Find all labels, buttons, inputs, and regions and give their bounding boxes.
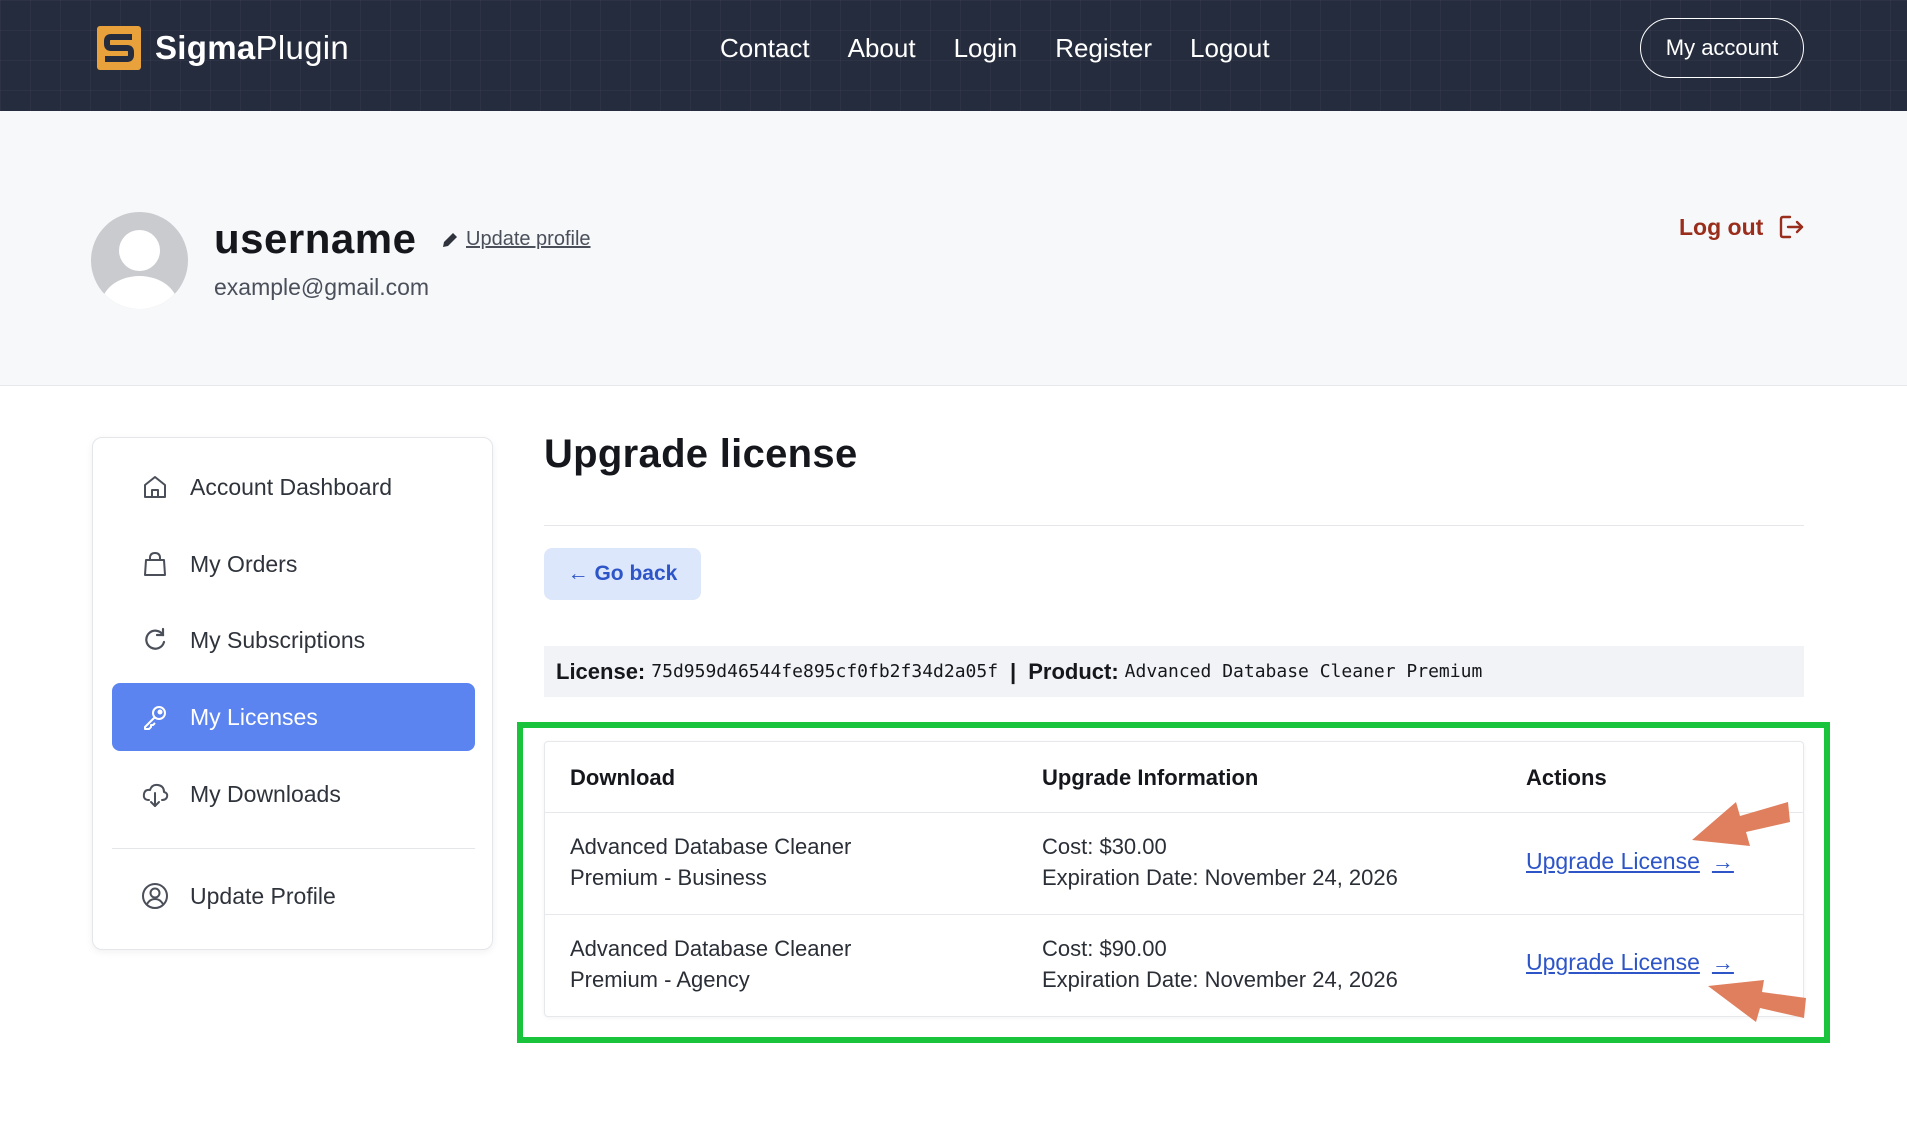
logout-icon bbox=[1780, 215, 1804, 239]
license-info-bar: License: 75d959d46544fe895cf0fb2f34d2a05… bbox=[544, 646, 1804, 697]
avatar bbox=[91, 212, 188, 309]
nav-login-link[interactable]: Login bbox=[954, 30, 1018, 66]
avatar-body-shape bbox=[101, 276, 178, 309]
sidebar-item-label: My Subscriptions bbox=[190, 626, 366, 653]
nav-about-link[interactable]: About bbox=[848, 30, 916, 66]
sidebar-item-label: My Downloads bbox=[190, 780, 341, 807]
refresh-icon bbox=[140, 625, 170, 655]
pencil-icon bbox=[443, 232, 457, 247]
product-name: Advanced Database Cleaner Premium bbox=[1124, 661, 1483, 682]
brand-name-bold: Sigma bbox=[155, 29, 256, 66]
key-icon bbox=[140, 702, 170, 732]
user-circle-icon bbox=[140, 881, 170, 911]
logout-label: Log out bbox=[1679, 213, 1764, 240]
sidebar-item-update-profile[interactable]: Update Profile bbox=[112, 862, 475, 930]
main-nav: Contact About Login Register Logout bbox=[720, 30, 1308, 66]
my-account-button[interactable]: My account bbox=[1640, 18, 1804, 78]
license-key: 75d959d46544fe895cf0fb2f34d2a05f bbox=[651, 661, 999, 682]
sigma-logo-icon bbox=[97, 26, 141, 70]
logout-link[interactable]: Log out bbox=[1679, 213, 1805, 241]
profile-email: example@gmail.com bbox=[214, 274, 430, 300]
license-label: License: bbox=[556, 658, 646, 684]
sidebar-item-account-dashboard[interactable]: Account Dashboard bbox=[112, 453, 475, 521]
sidebar-item-label: My Orders bbox=[190, 550, 298, 577]
sidebar-item-label: My Licenses bbox=[190, 703, 318, 730]
sidebar-divider bbox=[112, 848, 475, 849]
sidebar-item-my-licenses[interactable]: My Licenses bbox=[112, 683, 475, 751]
page-title: Upgrade license bbox=[544, 432, 858, 476]
brand-logo[interactable]: SigmaPlugin bbox=[97, 26, 349, 70]
profile-username: username bbox=[214, 215, 417, 262]
shopping-bag-icon bbox=[140, 549, 170, 579]
sidebar-item-my-downloads[interactable]: My Downloads bbox=[112, 760, 475, 828]
home-icon bbox=[140, 472, 170, 502]
sidebar-item-label: Account Dashboard bbox=[190, 473, 393, 500]
product-label: Product: bbox=[1028, 658, 1119, 684]
nav-register-link[interactable]: Register bbox=[1055, 30, 1152, 66]
avatar-head-shape bbox=[119, 230, 160, 271]
top-navbar: SigmaPlugin Contact About Login Register… bbox=[0, 0, 1907, 111]
annotation-arrow-icon bbox=[1708, 980, 1806, 1022]
account-sidebar: Account Dashboard My Orders My Subscript… bbox=[92, 437, 493, 950]
title-divider bbox=[544, 525, 1804, 526]
update-profile-label: Update profile bbox=[466, 228, 591, 250]
annotation-highlight-box bbox=[517, 722, 1830, 1043]
sidebar-item-my-subscriptions[interactable]: My Subscriptions bbox=[112, 606, 475, 674]
sidebar-item-label: Update Profile bbox=[190, 882, 336, 909]
brand-name: SigmaPlugin bbox=[155, 29, 349, 67]
sidebar-item-my-orders[interactable]: My Orders bbox=[112, 530, 475, 598]
nav-contact-link[interactable]: Contact bbox=[720, 30, 810, 66]
go-back-button[interactable]: ← Go back bbox=[544, 548, 701, 600]
brand-name-light: Plugin bbox=[255, 29, 350, 66]
cloud-download-icon bbox=[140, 779, 170, 809]
update-profile-link[interactable]: Update profile bbox=[440, 228, 591, 251]
license-separator: | bbox=[1010, 658, 1017, 684]
annotation-arrow-icon bbox=[1692, 802, 1790, 846]
nav-logout-link[interactable]: Logout bbox=[1190, 30, 1270, 66]
